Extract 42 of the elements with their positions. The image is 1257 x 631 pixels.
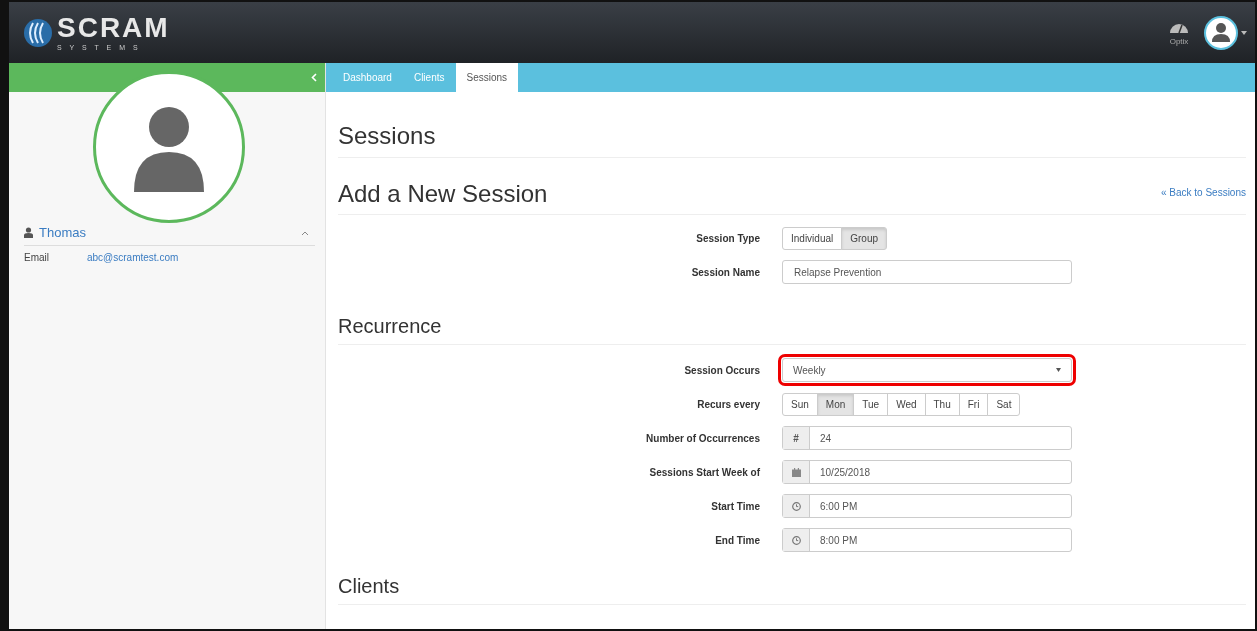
- optix-button[interactable]: Optix: [1169, 19, 1189, 46]
- caret-icon: [1056, 368, 1061, 372]
- toggle-option[interactable]: Individual: [782, 226, 843, 250]
- caret-icon: [1241, 30, 1247, 35]
- field-label: End Time: [714, 534, 761, 546]
- day-toggle[interactable]: Tue: [853, 392, 889, 416]
- chevron-icon: [301, 231, 309, 236]
- logo-icon: [23, 17, 53, 48]
- field-label: Session Occurs: [683, 364, 761, 376]
- input-field[interactable]: 10/25/2018: [782, 460, 1072, 484]
- day-toggle[interactable]: Sat: [987, 392, 1021, 416]
- user-menu-button[interactable]: [1203, 14, 1247, 51]
- client-name: Thomas: [39, 225, 86, 240]
- person-icon: [24, 227, 33, 238]
- detail-label: Email: [24, 252, 50, 263]
- logo-text: SCRAM: [57, 14, 170, 42]
- day-toggle[interactable]: Mon: [816, 392, 855, 416]
- field-label: Start Time: [710, 500, 761, 512]
- detail-value: abc@scramtest.com: [87, 252, 179, 263]
- input-field[interactable]: # 24: [782, 426, 1072, 450]
- page-title: Sessions: [338, 92, 1246, 158]
- clock-icon: [791, 501, 801, 511]
- input-field[interactable]: 6:00 PM: [782, 494, 1072, 518]
- clock-icon: [791, 535, 801, 545]
- back-link[interactable]: « Back to Sessions: [1160, 187, 1246, 198]
- day-toggle[interactable]: Sun: [782, 392, 818, 416]
- day-toggle[interactable]: Wed: [887, 392, 926, 416]
- toggle-option[interactable]: Group: [841, 226, 888, 250]
- session-name-field[interactable]: Relapse Prevention: [782, 260, 1072, 284]
- field-label: Session Type: [695, 232, 761, 244]
- section-title: Clients: [338, 575, 1246, 605]
- form-title: Add a New Session: [338, 180, 548, 208]
- calendar-icon: [791, 467, 801, 477]
- field-label: Recurs every: [696, 398, 761, 410]
- field-label: Number of Occurrences: [645, 432, 761, 444]
- field-label: Sessions Start Week of: [648, 466, 761, 478]
- section-title: Recurrence: [338, 315, 1246, 345]
- nav-tab[interactable]: Sessions: [455, 63, 519, 92]
- field-label: Session Name: [690, 266, 761, 278]
- input-field[interactable]: 8:00 PM: [782, 528, 1072, 552]
- day-toggle[interactable]: Thu: [924, 392, 960, 416]
- day-toggle[interactable]: Fri: [958, 392, 989, 416]
